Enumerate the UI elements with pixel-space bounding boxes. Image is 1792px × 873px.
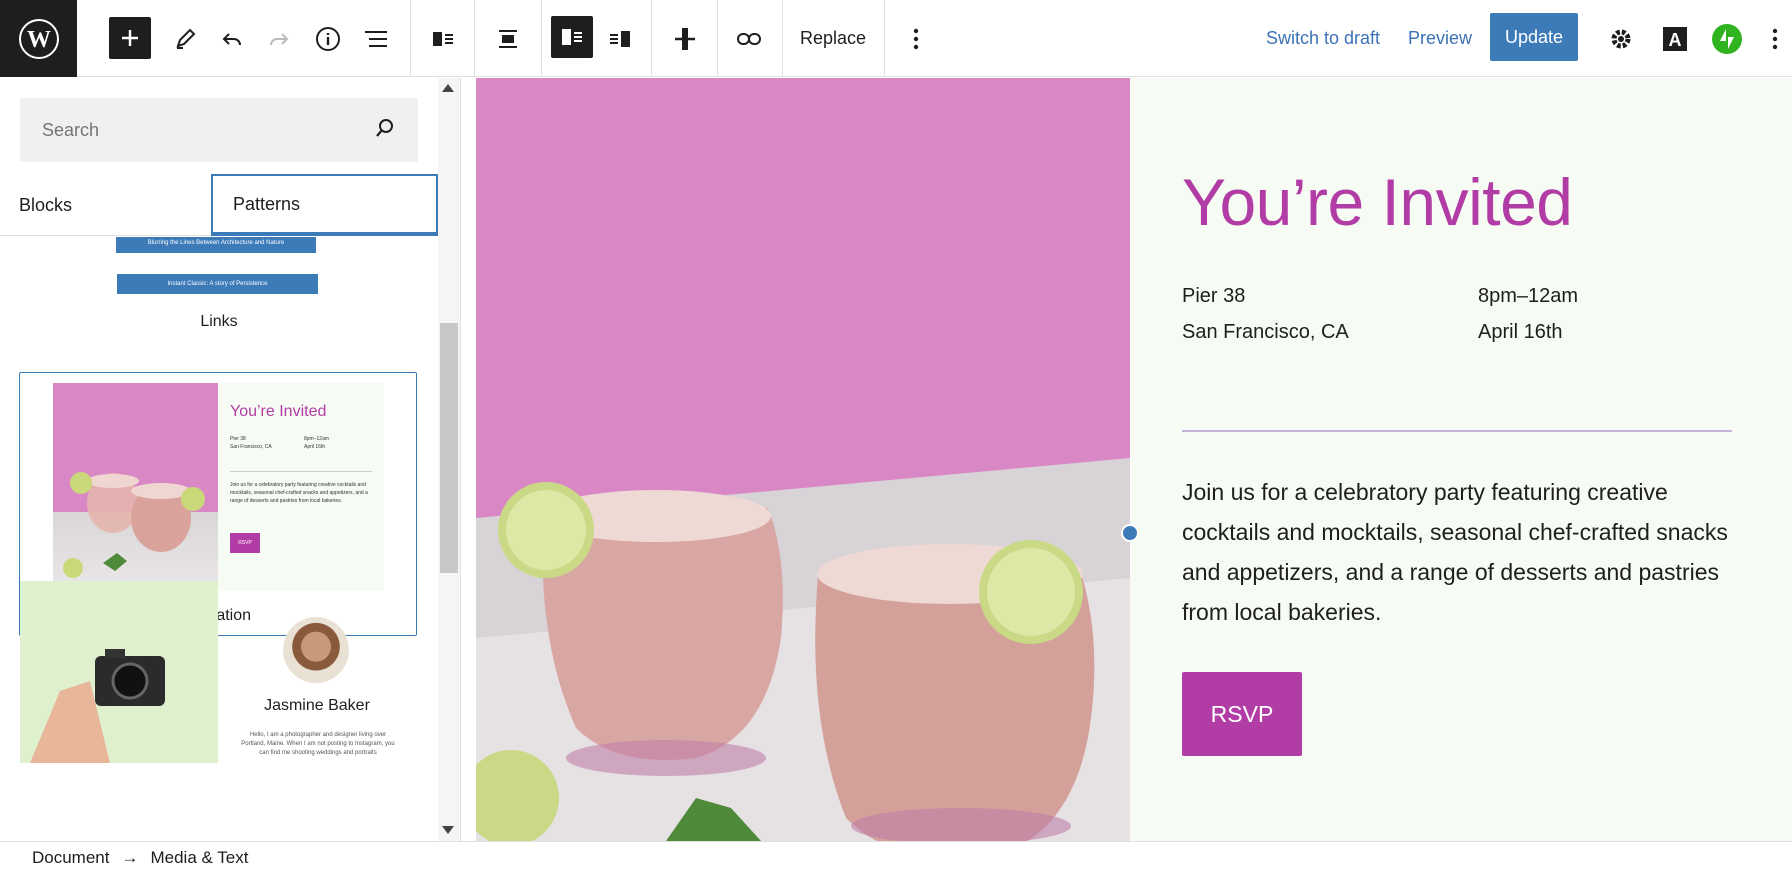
rsvp-button[interactable]: RSVP xyxy=(1182,672,1302,756)
pattern-preview-bio: Hello, I am a photographer and designer … xyxy=(241,732,395,756)
tab-blocks[interactable]: Blocks xyxy=(0,174,212,236)
jetpack-icon[interactable] xyxy=(1706,0,1748,77)
pattern-preview-place: Pier 38 San Francisco, CA xyxy=(230,436,272,450)
switch-to-draft-button[interactable]: Switch to draft xyxy=(1266,0,1380,77)
pattern-preview-body: Join us for a celebratory party featurin… xyxy=(230,482,368,504)
editor-canvas: You’re Invited Pier 38 San Francisco, CA… xyxy=(462,78,1792,841)
inserter-tabs: Blocks Patterns xyxy=(0,174,438,236)
scrollbar-thumb[interactable] xyxy=(440,323,458,573)
undo-icon[interactable] xyxy=(211,0,253,77)
breadcrumb-document[interactable]: Document xyxy=(32,848,109,868)
pattern-preview-text: You’re Invited Pier 38 San Francisco, CA… xyxy=(218,383,384,591)
location-line-1: Pier 38 xyxy=(1182,285,1246,307)
separator xyxy=(1182,430,1732,432)
toolbar-divider xyxy=(884,0,885,77)
svg-text:W: W xyxy=(27,27,51,53)
invitation-body[interactable]: Join us for a celebratory party featurin… xyxy=(1182,472,1742,632)
pattern-links[interactable]: Blurring the Lines Between Architecture … xyxy=(0,237,438,367)
settings-gear-icon[interactable] xyxy=(1600,0,1642,77)
tab-patterns[interactable]: Patterns xyxy=(211,174,438,236)
pattern-preview-divider xyxy=(230,471,372,472)
date-text: April 16th xyxy=(1478,321,1563,343)
search-input[interactable]: Search xyxy=(42,120,99,141)
location-text[interactable]: Pier 38 San Francisco, CA xyxy=(1182,278,1349,350)
breadcrumb: Document → Media & Text xyxy=(0,841,1792,873)
details-info-icon[interactable] xyxy=(307,0,349,77)
breadcrumb-arrow: → xyxy=(121,847,139,867)
invitation-title[interactable]: You’re Invited xyxy=(1182,164,1573,240)
scroll-up-icon[interactable] xyxy=(442,84,454,92)
search-icon xyxy=(374,117,396,144)
avatar xyxy=(283,617,349,683)
block-type-media-text-icon[interactable] xyxy=(422,0,464,77)
svg-text:A: A xyxy=(1669,30,1682,50)
options-menu-icon[interactable] xyxy=(1760,0,1790,77)
resize-handle[interactable] xyxy=(1121,524,1139,542)
add-block-button[interactable] xyxy=(109,17,151,59)
media-image[interactable] xyxy=(476,78,1130,841)
replace-media-button[interactable]: Replace xyxy=(782,0,884,77)
align-center-icon[interactable] xyxy=(487,0,529,77)
pattern-preview-name: Jasmine Baker xyxy=(264,697,370,714)
link-icon[interactable] xyxy=(728,0,770,77)
update-button[interactable]: Update xyxy=(1490,13,1578,61)
pattern-preview-button: Blurring the Lines Between Architecture … xyxy=(116,237,316,253)
vertical-alignment-icon[interactable] xyxy=(664,0,706,77)
preview-button[interactable]: Preview xyxy=(1408,0,1472,77)
typography-styles-icon[interactable]: A xyxy=(1654,0,1696,77)
location-line-2: San Francisco, CA xyxy=(1182,321,1349,343)
toolbar-divider xyxy=(651,0,652,77)
toolbar-divider xyxy=(541,0,542,77)
toolbar-divider xyxy=(717,0,718,77)
pencil-tools-icon[interactable] xyxy=(164,0,206,77)
show-media-left-icon[interactable] xyxy=(551,16,593,58)
pattern-preview-button: Instant Classic: A story of Persistence xyxy=(117,274,318,294)
time-text: 8pm–12am xyxy=(1478,285,1579,307)
pattern-label: Links xyxy=(200,313,238,330)
breadcrumb-media-text[interactable]: Media & Text xyxy=(150,848,248,868)
show-media-right-icon[interactable] xyxy=(599,0,641,77)
list-view-icon[interactable] xyxy=(355,0,397,77)
pattern-preview-rsvp: RSVP xyxy=(230,533,260,553)
more-options-icon[interactable] xyxy=(895,0,937,77)
pattern-preview-image xyxy=(53,383,218,591)
scroll-down-icon[interactable] xyxy=(442,826,454,834)
editor-toolbar: W Replace Switch to draft Preview Update… xyxy=(0,0,1792,77)
wordpress-logo-icon[interactable]: W xyxy=(0,0,77,77)
block-inserter-panel: Search Blocks Patterns Blurring the Line… xyxy=(0,78,461,841)
pattern-preview-camera-image xyxy=(20,581,218,763)
search-field[interactable]: Search xyxy=(20,98,418,162)
schedule-text[interactable]: 8pm–12am April 16th xyxy=(1478,278,1578,350)
pattern-preview-time: 8pm–12am April 16th xyxy=(304,436,330,450)
toolbar-divider xyxy=(474,0,475,77)
redo-icon[interactable] xyxy=(258,0,300,77)
pattern-preview-title: You’re Invited xyxy=(230,403,327,420)
media-text-content[interactable]: You’re Invited Pier 38 San Francisco, CA… xyxy=(1130,78,1792,841)
toolbar-divider xyxy=(410,0,411,77)
